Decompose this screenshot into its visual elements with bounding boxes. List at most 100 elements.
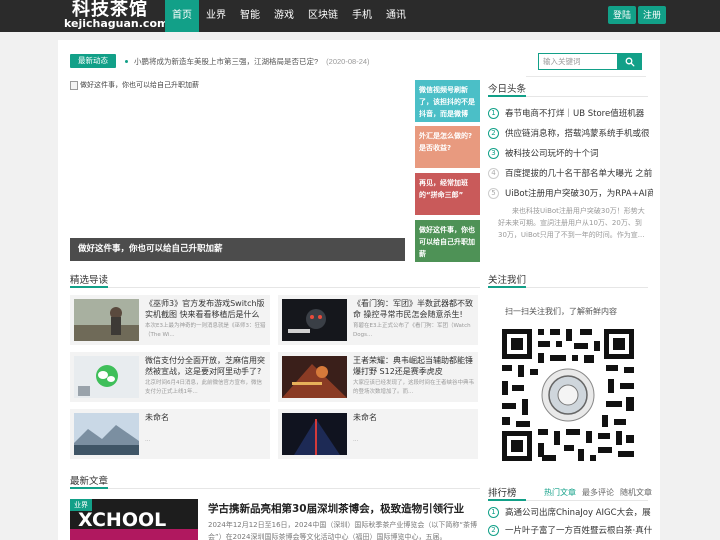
list-item[interactable]: 2 供应链消息称，搭载鸿蒙系统手机或很 [488,123,653,143]
heading-underline [488,286,526,288]
hero-caption[interactable]: 做好这件事，你也可以给自己升职加薪 [70,238,405,261]
latest-article-image[interactable]: XCHOOL 业界 [70,499,198,540]
list-item[interactable]: 2 一片叶子富了一方百姓暨云根白茶·真什 [488,521,653,539]
broken-image-icon [70,80,78,90]
card-desc: 大家应该已经发现了，这段时间在王者峡谷中典韦的登场次数增加了。而... [353,380,475,395]
card-desc: 本次E3上最为神奇的一则消息就是《巫师3：狂猎（The Wi... [145,323,266,338]
main-panel: 最新动态 小鹏将成为新造车美股上市第三强，江湖格局是否已定? (2020-08-… [58,40,660,540]
search-button[interactable] [618,53,642,70]
card-desc: ... [145,437,151,443]
news-ticker-tag: 最新动态 [70,54,116,68]
card-title: 未命名 [145,413,169,422]
card-title: 王者荣耀：典韦崛起当辅助都能锤爆打野 S12还是赛季虎皮 [353,356,473,376]
rank-number: 3 [488,147,499,159]
nav-item-blockchain[interactable]: 区块链 [301,0,345,32]
qr-code-icon [498,325,638,465]
heading-underline [488,95,526,97]
rank-number: 1 [488,506,499,518]
card-title: 微信支付分全面开放，芝麻信用突然被宣战，这是要对阿里动手了? [145,356,265,376]
divider [70,488,480,489]
image-text: XCHOOL [78,509,166,531]
featured-card[interactable]: 《看门狗：军团》半数武器都不致命 操控寻常市民怎会随意杀生! 育碧在E3上正式公… [278,295,478,345]
list-item[interactable]: 3 被科技公司玩坏的十个词 [488,143,653,163]
featured-card[interactable]: 微信支付分全面开放，芝麻信用突然被宣战，这是要对阿里动手了? 北京时间6月4日消… [70,352,270,402]
nav-item-mobile[interactable]: 手机 [345,0,379,32]
list-item-title: 被科技公司玩坏的十个词 [505,149,599,159]
today-summary: 来也科技UiBot注册用户突破30万！形势大好未来可期。宣詞注册用户从10万、2… [498,207,645,239]
card-desc: 北京时间6月4日消息，此前微信官方宣布，微信支付分正式上线1年... [145,380,263,395]
rank-tabs: 热门文章 最多评论 随机文章 [544,487,652,498]
featured-card[interactable]: 王者荣耀：典韦崛起当辅助都能锤爆打野 S12还是赛季虎皮 大家应该已经发现了，这… [278,352,478,402]
heading-underline [70,286,108,288]
side-tile[interactable]: 做好这件事，你也可以给自己升职加薪 [415,220,480,262]
nav-item-games[interactable]: 游戏 [267,0,301,32]
side-tile[interactable]: 微信视频号刷新了，该担抖的不是抖音，而是微博 [415,80,480,122]
featured-card[interactable]: 未命名 ... [278,409,478,459]
news-ticker-date: (2020-08-24) [326,56,370,66]
card-image [74,299,139,341]
latest-heading: 最新文章 [70,476,109,487]
card-image [74,413,139,455]
news-ticker-headline[interactable]: 小鹏将成为新造车美股上市第三强，江湖格局是否已定? [134,56,318,67]
list-item[interactable]: 1 高通公司出席ChinaJoy AIGC大会，展 [488,503,653,521]
card-desc: ... [353,437,359,443]
list-item[interactable]: 5 UiBot注册用户突破30万，为RPA+AI商 [488,183,653,203]
divider [70,287,480,288]
nav-item-telecom[interactable]: 通讯 [379,0,413,32]
card-image [74,356,139,398]
heading-underline [70,487,108,489]
list-item-title: UiBot注册用户突破30万，为RPA+AI商 [505,189,653,199]
rank-number: 5 [488,187,499,199]
nav-item-home[interactable]: 首页 [165,0,199,32]
featured-card[interactable]: 未命名 ... [70,409,270,459]
tab-hot[interactable]: 热门文章 [544,487,576,498]
card-image [282,299,347,341]
today-heading: 今日头条 [488,84,527,95]
rank-number: 4 [488,167,499,179]
register-button[interactable]: 注册 [638,6,667,24]
site-logo[interactable]: 科技茶馆 kejichaguan.com [64,0,168,32]
category-badge: 业界 [70,499,92,511]
auth-buttons: 登陆 注册 [608,6,667,24]
list-item-title: 供应链消息称，搭载鸿蒙系统手机或很 [505,129,650,139]
divider [526,76,646,77]
follow-heading: 关注我们 [488,275,527,286]
featured-card[interactable]: 《巫师3》官方发布游戏Switch版实机截图 快来看看移植后是什么模 本次E3上… [70,295,270,345]
search-bar [538,53,642,70]
tab-most-comments[interactable]: 最多评论 [582,487,614,498]
hero-image: 做好这件事，你也可以给自己升职加薪 [70,80,199,90]
card-title: 《巫师3》官方发布游戏Switch版实机截图 快来看看移植后是什么模 [145,299,265,319]
card-desc: 育碧在E3上正式公布了《看门狗：军团（Watch Dogs... [353,323,471,338]
rank-number: 1 [488,107,499,119]
rank-heading: 排行榜 [488,488,517,499]
side-tile[interactable]: 外汇是怎么做的?是否收益? [415,126,480,168]
bullet-icon [125,59,128,63]
list-item-title: 一片叶子富了一方百姓暨云根白茶·真什 [505,526,653,536]
search-icon [625,57,635,66]
card-title: 《看门狗：军团》半数武器都不致命 操控寻常市民怎会随意杀生! [353,299,473,319]
list-item-title: 高通公司出席ChinaJoy AIGC大会，展 [505,508,651,518]
rank-number: 2 [488,524,499,536]
heading-underline [488,499,526,501]
side-tile[interactable]: 再见，经常加班的“拼命三郎” [415,173,480,215]
login-button[interactable]: 登陆 [608,6,637,24]
logo-english: kejichaguan.com [64,17,169,30]
featured-heading: 精选导读 [70,275,109,286]
top-nav-bar: 科技茶馆 kejichaguan.com 首页 业界 智能 游戏 区块链 手机 … [0,0,720,32]
nav-item-smart[interactable]: 智能 [233,0,267,32]
list-item-title: 春节电商不打烊｜UB Store值班机器 [505,109,645,119]
tab-random[interactable]: 随机文章 [620,487,652,498]
card-title: 未命名 [353,413,377,422]
list-item[interactable]: 1 春节电商不打烊｜UB Store值班机器 [488,103,653,123]
card-image [282,356,347,398]
main-nav: 首页 业界 智能 游戏 区块链 手机 通讯 [165,0,413,32]
list-item-title: 百度提拔的几十名干部名单大曝光 之前 [505,169,653,179]
latest-article-title[interactable]: 学古携新品亮相第30届深圳茶博会，极致造物引领行业 [208,501,464,516]
nav-item-industry[interactable]: 业界 [199,0,233,32]
hero-slider[interactable]: 做好这件事，你也可以给自己升职加薪 做好这件事，你也可以给自己升职加薪 [70,80,405,261]
hero-image-alt: 做好这件事，你也可以给自己升职加薪 [80,82,199,89]
card-image [282,413,347,455]
news-ticker: 最新动态 小鹏将成为新造车美股上市第三强，江湖格局是否已定? (2020-08-… [70,53,370,69]
search-input[interactable] [538,53,618,70]
list-item[interactable]: 4 百度提拔的几十名干部名单大曝光 之前 [488,163,653,183]
